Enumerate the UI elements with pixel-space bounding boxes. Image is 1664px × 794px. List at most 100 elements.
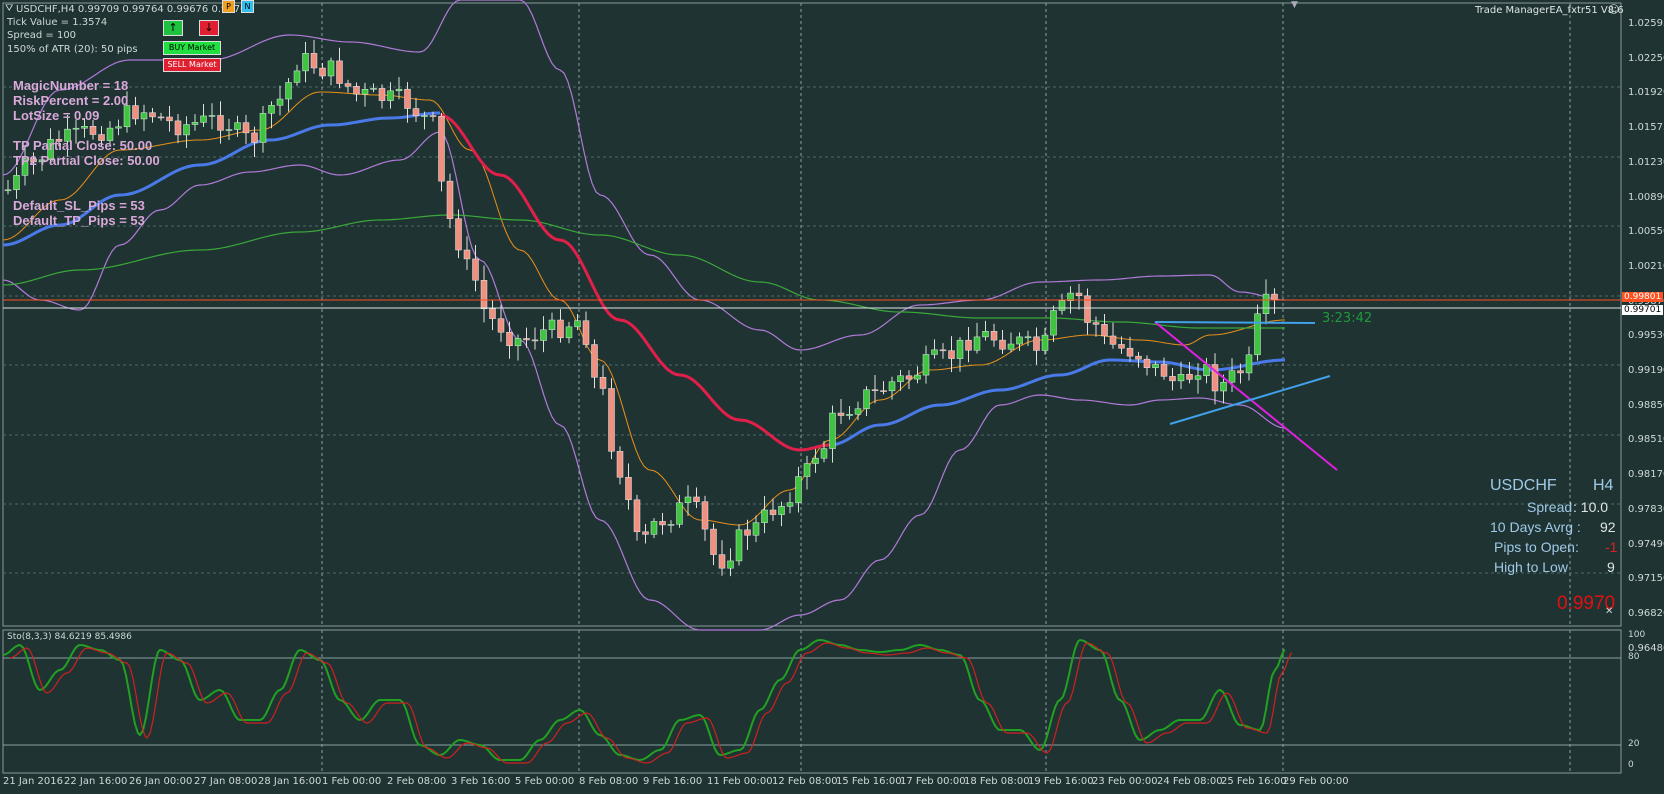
- candle: [183, 124, 190, 136]
- candle: [939, 349, 947, 352]
- candle: [327, 60, 335, 77]
- candle: [846, 414, 853, 416]
- candle: [1254, 313, 1261, 356]
- candle: [880, 390, 887, 392]
- candle: [1262, 293, 1270, 314]
- shift-marker-icon[interactable]: ▼: [1291, 0, 1298, 10]
- stoch-axis-label: 20: [1628, 739, 1640, 749]
- candle: [1186, 373, 1193, 380]
- candle: [310, 53, 318, 69]
- price-axis-label: 0.98170: [1628, 469, 1664, 481]
- panel-symbol: USDCHF: [1490, 477, 1557, 494]
- candle: [786, 502, 794, 507]
- candle: [1075, 292, 1083, 297]
- candle: [446, 180, 454, 219]
- candle: [812, 457, 819, 464]
- candle: [200, 115, 207, 123]
- candle: [395, 88, 403, 92]
- candle: [531, 339, 539, 342]
- sell-market-button[interactable]: SELL Market: [163, 58, 221, 72]
- candle: [973, 336, 981, 351]
- tick-value: Tick Value = 1.3574: [7, 17, 108, 28]
- candle: [540, 329, 547, 341]
- candle: [574, 320, 581, 328]
- candle: [89, 125, 97, 135]
- candle: [761, 509, 768, 523]
- candle: [387, 90, 394, 101]
- chart-menu-icon[interactable]: ⛛: [5, 3, 13, 14]
- candle: [1016, 336, 1023, 345]
- candle: [319, 67, 326, 77]
- n-badge[interactable]: N: [241, 0, 254, 13]
- panel-hl-value: 9: [1607, 559, 1615, 575]
- candle: [421, 115, 428, 117]
- candle: [710, 528, 717, 555]
- candle: [1177, 373, 1185, 382]
- candle: [1007, 343, 1015, 350]
- price-axis-label: 1.00550: [1628, 226, 1664, 238]
- candle: [1169, 376, 1176, 382]
- candle: [480, 280, 488, 310]
- candle: [676, 502, 683, 525]
- candle: [667, 524, 675, 526]
- candle: [948, 350, 955, 359]
- candle: [13, 175, 20, 191]
- close-icon[interactable]: ✕: [1605, 606, 1613, 617]
- candle: [489, 308, 496, 319]
- stoch-axis-label: 0: [1628, 760, 1634, 770]
- candle: [225, 129, 233, 131]
- time-axis-label: 9 Feb 16:00: [643, 776, 703, 787]
- candle: [276, 98, 284, 106]
- candle: [166, 116, 173, 122]
- price-axis-label: 0.96820: [1628, 607, 1664, 619]
- tp2-partial: TP2 Partial Close: 50.00: [13, 153, 160, 168]
- candle: [412, 108, 420, 117]
- candle: [778, 506, 785, 515]
- candle: [956, 339, 964, 359]
- candle: [693, 496, 700, 502]
- candle: [837, 412, 845, 416]
- candle: [1109, 335, 1117, 345]
- candle: [1126, 347, 1134, 357]
- candle: [1152, 364, 1159, 368]
- buy-market-button[interactable]: BUY Market: [163, 41, 221, 55]
- candle: [1228, 370, 1236, 383]
- candle: [1271, 293, 1278, 300]
- candle: [259, 113, 267, 143]
- candle: [803, 463, 811, 477]
- sell-arrow-icon[interactable]: ↓: [199, 20, 219, 36]
- candle: [1041, 334, 1049, 351]
- candle: [1024, 336, 1032, 339]
- candle: [659, 521, 666, 526]
- price-axis-label: 0.98850: [1628, 399, 1664, 411]
- candle: [514, 338, 522, 347]
- candle: [633, 499, 641, 533]
- candle: [293, 70, 301, 83]
- candle: [285, 82, 292, 100]
- candle: [140, 112, 148, 120]
- p-badge[interactable]: P: [222, 0, 235, 13]
- time-axis-label: 8 Feb 08:00: [579, 776, 639, 787]
- candle: [565, 326, 573, 339]
- time-axis-label: 18 Feb 08:00: [964, 776, 1030, 787]
- candle: [599, 377, 607, 389]
- atr-text: 150% of ATR (20): 50 pips: [7, 44, 138, 55]
- candle: [251, 132, 258, 143]
- candle: [234, 122, 241, 130]
- candle: [1092, 322, 1100, 325]
- candle: [744, 529, 751, 536]
- candle: [795, 476, 802, 503]
- panel-pips-label: Pips to Open:: [1494, 539, 1579, 555]
- candle: [217, 115, 224, 131]
- price-chart[interactable]: [0, 0, 1664, 794]
- stoch-title: Sto(8,3,3) 84.6219 85.4986: [7, 632, 132, 642]
- price-axis-label: 1.02595: [1628, 18, 1664, 29]
- price-axis-label: 0.97490: [1628, 538, 1664, 550]
- candle: [863, 389, 870, 409]
- candle: [684, 496, 692, 503]
- time-axis-label: 19 Feb 16:00: [1028, 776, 1094, 787]
- time-axis-label: 11 Feb 00:00: [707, 776, 773, 787]
- symbol-line: USDCHF,H4 0.99709 0.99764 0.99676 0.9970…: [16, 4, 253, 15]
- panel-spread-label: Spread: [1527, 499, 1573, 515]
- buy-arrow-icon[interactable]: ↑: [163, 20, 183, 36]
